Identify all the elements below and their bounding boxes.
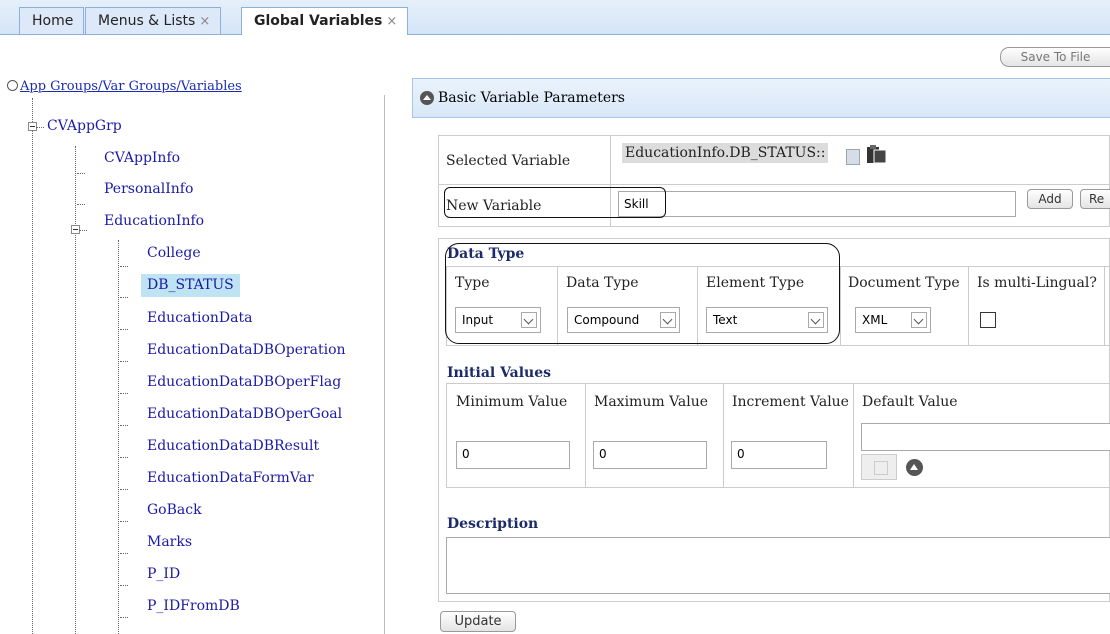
tree-var-group[interactable]: EducationInfo xyxy=(104,213,204,229)
tab-home[interactable]: Home xyxy=(19,7,85,34)
tab-menus-lists[interactable]: Menus & Lists × xyxy=(85,7,222,34)
multi-lingual-header: Is multi-Lingual? xyxy=(977,275,1097,291)
tree-root-link[interactable]: App Groups/Var Groups/Variables xyxy=(7,79,242,94)
min-value-label: Minimum Value xyxy=(456,394,568,410)
increment-value-input[interactable]: 0 xyxy=(731,441,827,469)
remove-button[interactable]: Re xyxy=(1080,189,1110,209)
multi-lingual-checkbox[interactable] xyxy=(980,312,996,328)
description-section-title: Description xyxy=(447,516,539,532)
tree-variable[interactable]: P_ID xyxy=(147,566,180,582)
tree-variable[interactable]: P_IDFromDB xyxy=(147,598,240,614)
increment-value-label: Increment Value xyxy=(732,394,849,410)
chevron-down-icon[interactable] xyxy=(911,312,927,328)
close-icon[interactable]: × xyxy=(199,14,210,29)
collapse-icon[interactable] xyxy=(420,91,434,105)
document-type-select[interactable]: XML xyxy=(855,307,931,333)
panel-title: Basic Variable Parameters xyxy=(438,90,625,106)
close-icon[interactable]: × xyxy=(386,14,397,29)
paste-icon[interactable] xyxy=(866,144,888,164)
tree-variable[interactable]: GoBack xyxy=(147,502,202,518)
default-value-select[interactable] xyxy=(861,454,897,480)
copy-icon[interactable] xyxy=(846,149,860,165)
selected-variable-label: Selected Variable xyxy=(446,153,571,169)
splitter[interactable] xyxy=(384,95,385,634)
refresh-icon[interactable] xyxy=(7,80,18,91)
tree-variable[interactable]: EducationDataFormVar xyxy=(147,470,314,486)
initial-values-section-title: Initial Values xyxy=(447,365,552,381)
save-to-file-button[interactable]: Save To File xyxy=(1000,47,1110,67)
tree-variable[interactable]: EducationDataDBResult xyxy=(147,438,319,454)
chevron-down-icon[interactable] xyxy=(874,461,888,475)
tree-variable[interactable]: Marks xyxy=(147,534,192,550)
tree-var-group[interactable]: PersonalInfo xyxy=(104,181,193,197)
max-value-input[interactable]: 0 xyxy=(593,441,707,469)
document-type-header: Document Type xyxy=(848,275,960,291)
highlight-outline xyxy=(445,243,840,344)
tree-variable[interactable]: EducationData xyxy=(147,310,252,326)
description-textarea[interactable] xyxy=(446,537,1110,594)
min-value-input[interactable]: 0 xyxy=(456,441,570,469)
max-value-label: Maximum Value xyxy=(594,394,709,410)
default-value-input[interactable] xyxy=(861,423,1110,451)
tree-variable-selected[interactable]: DB_STATUS xyxy=(141,274,240,297)
new-variable-input[interactable]: Skill xyxy=(618,191,1016,217)
tree-variable[interactable]: EducationDataDBOperFlag xyxy=(147,374,341,390)
tree-app-group[interactable]: CVAppGrp xyxy=(47,118,122,134)
add-button[interactable]: Add xyxy=(1027,189,1073,209)
tab-global-variables[interactable]: Global Variables × xyxy=(241,7,409,35)
tree-var-group[interactable]: CVAppInfo xyxy=(104,150,180,166)
update-button[interactable]: Update xyxy=(440,611,516,632)
tree-variable[interactable]: EducationDataDBOperGoal xyxy=(147,406,342,422)
tree-variable[interactable]: College xyxy=(147,245,201,261)
selected-variable-value: EducationInfo.DB_STATUS:: xyxy=(622,143,829,163)
default-value-label: Default Value xyxy=(862,394,958,410)
highlight-outline xyxy=(444,187,666,218)
tab-bar: Home Menus & Lists × Global Variables × xyxy=(0,0,1110,35)
panel-header[interactable]: Basic Variable Parameters xyxy=(412,78,1110,118)
up-arrow-icon[interactable] xyxy=(906,459,923,476)
tree-variable[interactable]: EducationDataDBOperation xyxy=(147,342,346,358)
